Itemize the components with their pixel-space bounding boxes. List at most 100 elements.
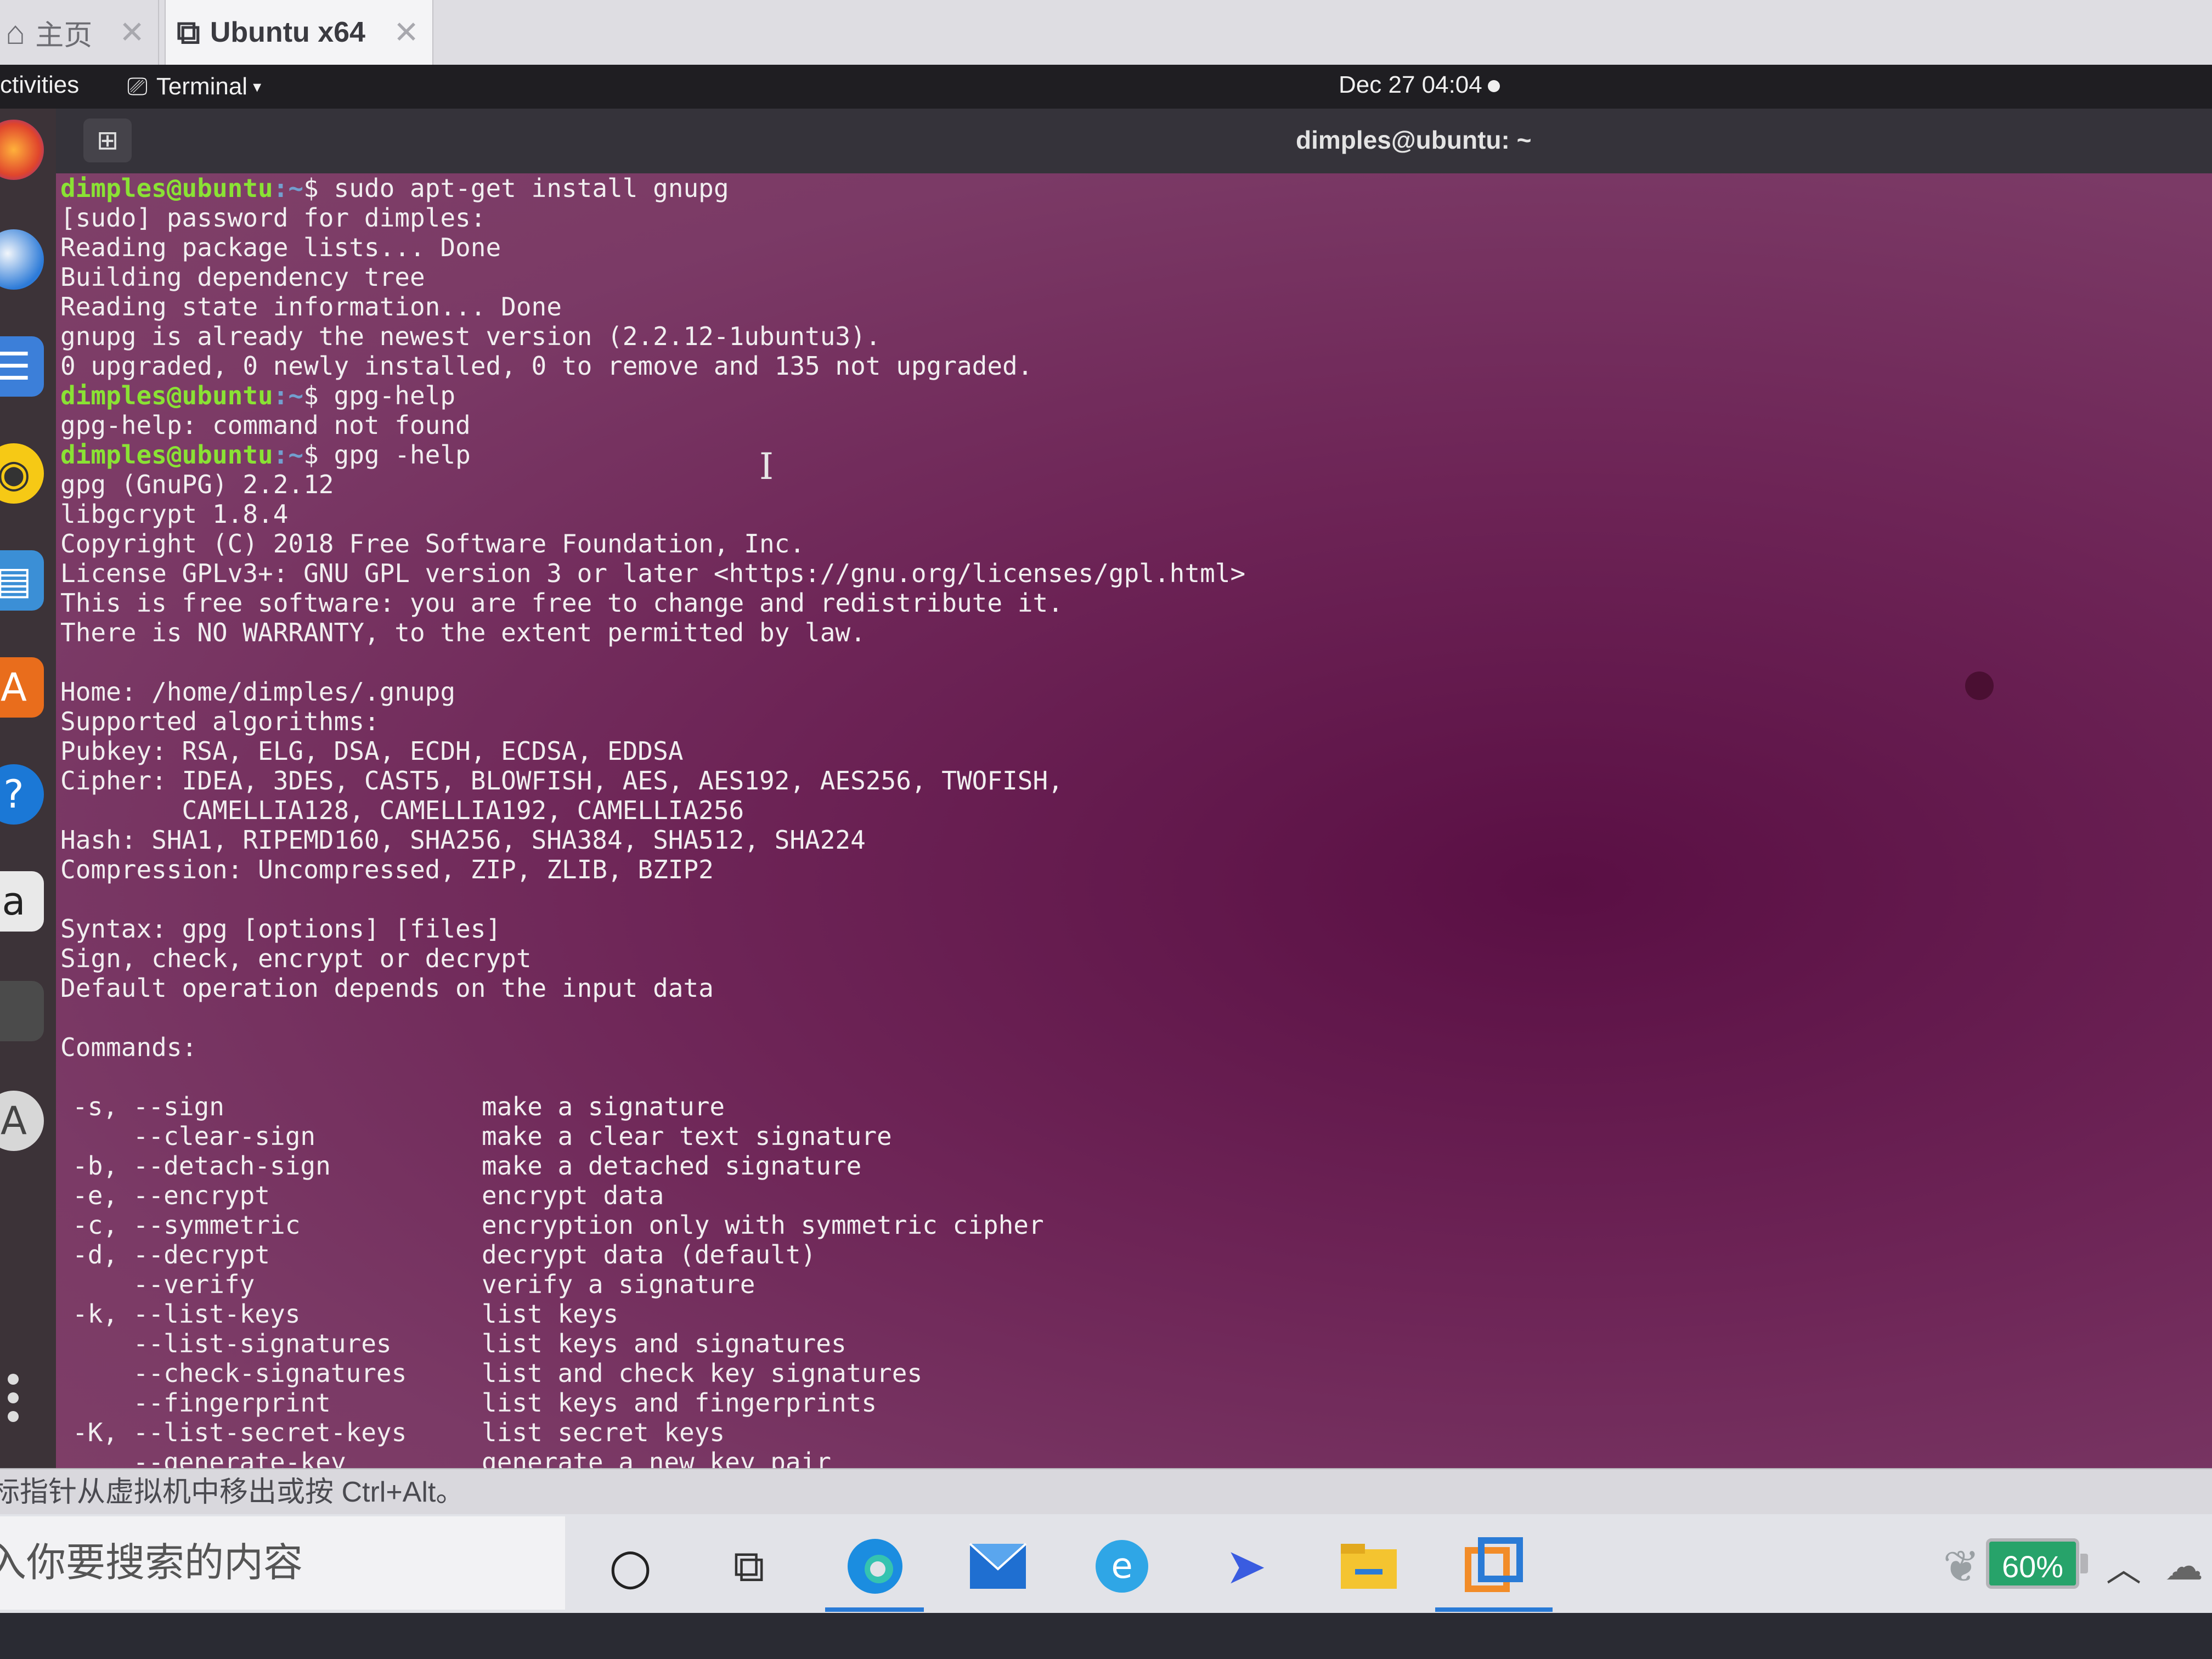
terminal-icon[interactable] [0,981,44,1041]
command-option: --verify [72,1269,255,1299]
tab-ubuntu-label: Ubuntu x64 [210,16,365,48]
terminal-header-bar: ⊞ dimples@ubuntu: ~ [56,109,2212,173]
taskbar-search-input[interactable]: 入你要搜索的内容 [0,1516,565,1610]
command-description: make a detached signature [482,1151,862,1181]
terminal-title: dimples@ubuntu: ~ [1296,126,1532,154]
task-view-icon[interactable]: ⧉ [719,1536,779,1596]
home-icon: ⌂ [5,14,26,51]
prompt-line: dimples@ubuntu:~$ sudo apt-get install g… [60,173,729,203]
command-description: generate a new key pair [482,1447,831,1468]
screen-spot [1965,672,1994,700]
clock[interactable]: Dec 27 04:04 [1339,71,1500,99]
writer-icon[interactable]: ▤ [0,550,44,611]
thunderbird-icon[interactable] [0,229,44,290]
chevron-up-icon[interactable]: ︿ [2094,1536,2154,1596]
ubuntu-dock: ☰ ◉ ▤ A ? a A [0,109,56,1468]
vmware-hint-bar: 标指针从虚拟机中移出或按 Ctrl+Alt。 [0,1468,2212,1515]
command-option: --fingerprint [72,1388,331,1418]
windows-taskbar: 入你要搜索的内容 ○ ⧉ e ➤ ❦ 60% ︿ ☁ [0,1514,2212,1613]
active-app-indicator [1435,1607,1553,1612]
output-line: Pubkey: RSA, ELG, DSA, ECDH, ECDSA, EDDS… [60,736,684,766]
tab-home-label: 主页 [35,19,93,52]
output-line: Syntax: gpg [options] [files] [60,914,501,944]
command-description: list keys and signatures [482,1329,847,1358]
command-option: --check-signatures [72,1358,407,1388]
output-line: Copyright (C) 2018 Free Software Foundat… [60,529,805,558]
command-option: -c, --symmetric [72,1210,301,1240]
search-placeholder: 入你要搜索的内容 [0,1541,303,1585]
software-icon[interactable]: A [0,657,44,718]
edge-icon[interactable] [845,1536,905,1596]
output-line: This is free software: you are free to c… [60,588,1063,618]
prompt-line: dimples@ubuntu:~$ gpg -help [60,440,471,470]
help-icon[interactable]: ? [0,764,44,825]
output-line: Supported algorithms: [60,707,380,736]
clock-label: Dec 27 04:04 [1339,71,1482,98]
command-description: list and check key signatures [482,1358,923,1388]
show-applications-icon[interactable] [8,1374,19,1430]
file-explorer-icon[interactable] [1339,1536,1399,1596]
output-line: Hash: SHA1, RIPEMD160, SHA256, SHA384, S… [60,825,866,855]
command-option: -e, --encrypt [72,1181,270,1210]
battery-indicator[interactable]: 60% [1986,1538,2079,1589]
output-line: [sudo] password for dimples: [60,203,486,233]
output-line: CAMELLIA128, CAMELLIA192, CAMELLIA256 [60,795,744,825]
command-option: -k, --list-keys [72,1299,301,1329]
terminal-output[interactable]: dimples@ubuntu:~$ sudo apt-get install g… [56,173,2212,1468]
command-description: list secret keys [482,1418,725,1447]
command-option: --list-signatures [72,1329,392,1358]
command-option: -s, --sign [72,1092,224,1121]
output-line: 0 upgraded, 0 newly installed, 0 to remo… [60,351,1033,381]
output-line: gnupg is already the newest version (2.2… [60,321,881,351]
output-line: Default operation depends on the input d… [60,973,714,1003]
cortana-icon[interactable]: ○ [600,1536,661,1596]
text-cursor-icon: I [759,445,774,488]
vmware-tab-strip: ⌂ 主页 ✕ ⧉ Ubuntu x64 ✕ [0,0,2212,66]
tab-home[interactable]: ⌂ 主页 ✕ [0,0,159,65]
gnome-top-bar: ctivities ⎚ Terminal ▾ Dec 27 04:04 [0,65,2212,109]
leaf-icon[interactable]: ❦ [1931,1536,1991,1596]
command-option: --generate-key [72,1447,346,1468]
battery-tip [2080,1554,2088,1573]
vm-screen-icon: ⧉ [177,14,200,50]
output-line: License GPLv3+: GNU GPL version 3 or lat… [60,558,1246,588]
activities-button[interactable]: ctivities [0,71,79,99]
screen-bezel [0,1613,2212,1659]
command-description: encryption only with symmetric cipher [482,1210,1044,1240]
tab-ubuntu-x64[interactable]: ⧉ Ubuntu x64 ✕ [165,0,433,65]
close-icon[interactable]: ✕ [119,14,145,50]
output-line: Commands: [60,1032,198,1062]
command-description: verify a signature [482,1269,755,1299]
output-line: Reading state information... Done [60,292,562,321]
output-line: Compression: Uncompressed, ZIP, ZLIB, BZ… [60,855,714,884]
command-option: -d, --decrypt [72,1240,270,1269]
firefox-icon[interactable] [0,120,44,180]
output-line: Cipher: IDEA, 3DES, CAST5, BLOWFISH, AES… [60,766,1063,795]
new-tab-button[interactable]: ⊞ [83,119,132,162]
chevron-down-icon: ▾ [253,77,262,96]
files-icon[interactable]: ☰ [0,336,44,397]
output-line: Sign, check, encrypt or decrypt [60,944,532,973]
updater-icon[interactable]: A [0,1091,44,1151]
output-line: gpg (GnuPG) 2.2.12 [60,470,334,499]
amazon-icon[interactable]: a [0,871,44,932]
prompt-line: dimples@ubuntu:~$ gpg-help [60,381,456,410]
svg-text:e: e [1111,1546,1132,1587]
command-description: encrypt data [482,1181,664,1210]
terminal-app-menu[interactable]: ⎚ Terminal ▾ [127,71,261,102]
close-icon[interactable]: ✕ [393,14,419,50]
output-line: gpg-help: command not found [60,410,471,440]
command-description: list keys and fingerprints [482,1388,877,1418]
command-description: make a clear text signature [482,1121,892,1151]
mail-icon[interactable] [968,1536,1028,1596]
output-line: Building dependency tree [60,262,425,292]
notification-dot-icon [1487,80,1500,93]
terminal-icon: ⎚ [127,72,148,100]
vmware-icon[interactable] [1464,1536,1524,1596]
rhythmbox-icon[interactable]: ◉ [0,443,44,504]
command-option: --clear-sign [72,1121,316,1151]
app-menu-label: Terminal [156,73,248,100]
cloud-icon[interactable]: ☁ [2154,1536,2212,1596]
ie-icon[interactable]: e [1092,1536,1152,1596]
feishu-icon[interactable]: ➤ [1216,1536,1276,1596]
